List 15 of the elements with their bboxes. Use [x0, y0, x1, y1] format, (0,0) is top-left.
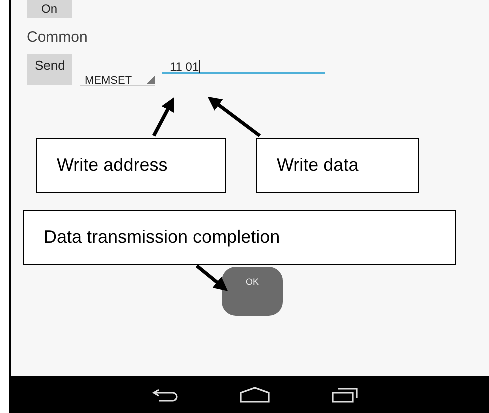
arrow — [152, 97, 174, 137]
callout-label: Write address — [36, 138, 226, 193]
spinner-dropdown[interactable]: MEMSET — [80, 61, 155, 86]
ok-button[interactable]: OK — [222, 267, 283, 316]
on-button[interactable]: On — [27, 0, 72, 18]
arrow — [208, 96, 262, 138]
section-title: Common — [27, 29, 89, 46]
back-icon[interactable] — [151, 388, 180, 402]
arrow — [196, 264, 228, 292]
recent-apps-icon[interactable] — [330, 386, 359, 402]
send-button[interactable]: Send — [27, 54, 72, 85]
home-icon[interactable] — [240, 386, 270, 402]
input-field[interactable]: 11 01 — [162, 52, 325, 74]
callout-label: Data transmission completion — [23, 210, 456, 265]
callout-label: Write data — [256, 138, 419, 193]
